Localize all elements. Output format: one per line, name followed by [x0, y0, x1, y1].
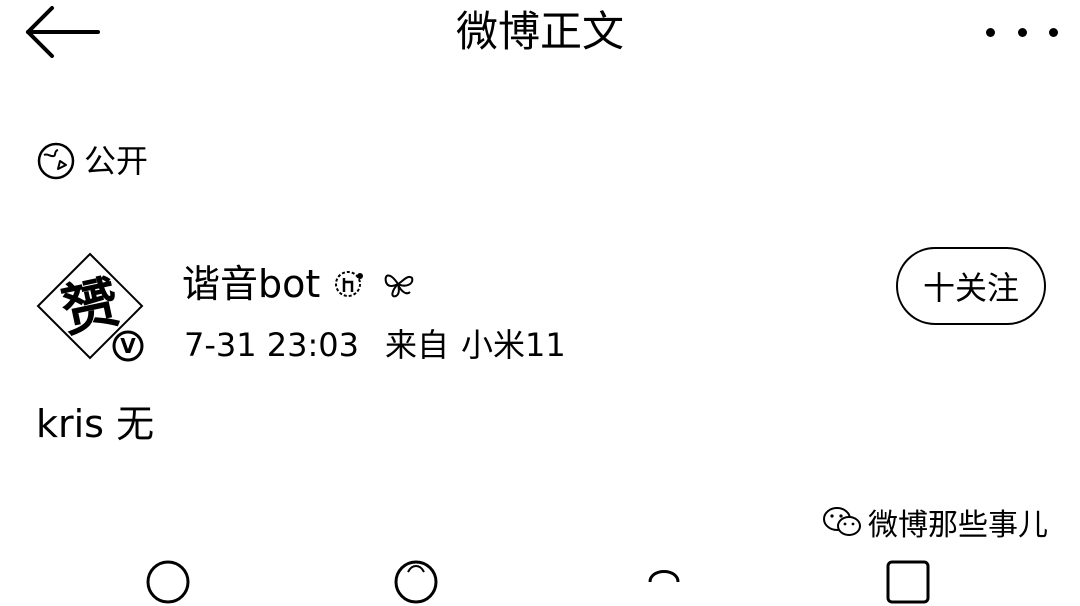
member-badge-icon	[335, 271, 364, 297]
more-dot	[1017, 27, 1027, 37]
author-name[interactable]: 谐音bot	[182, 258, 320, 310]
collect-icon[interactable]	[884, 558, 932, 606]
follow-button[interactable]: 十关注	[896, 247, 1046, 325]
more-button[interactable]	[986, 14, 1058, 50]
page-title: 微博正文	[455, 7, 624, 56]
globe-icon	[37, 142, 75, 180]
post-meta: 7-31 23:03 来自 小米11	[184, 322, 566, 368]
visibility-indicator: 公开	[36, 138, 148, 184]
back-button[interactable]	[22, 4, 104, 60]
avatar-image: 赟 V	[36, 252, 144, 362]
avatar[interactable]: 赟 V	[36, 250, 154, 368]
author-row: 谐音bot	[182, 258, 416, 310]
more-dot	[1049, 27, 1058, 37]
source-prefix: 来自	[385, 326, 450, 364]
wechat-icon	[823, 507, 861, 536]
more-dots-icon	[986, 27, 995, 37]
source-device[interactable]: 小米11	[461, 322, 566, 368]
visibility-label: 公开	[84, 142, 149, 180]
share-icon[interactable]	[144, 558, 192, 606]
comment-icon[interactable]	[392, 558, 440, 606]
watermark-text: 微博那些事儿	[868, 508, 1048, 543]
watermark: 微博那些事儿	[822, 500, 1048, 544]
verified-badge-text: V	[120, 334, 136, 358]
like-icon[interactable]	[640, 558, 688, 606]
butterfly-badge-icon	[384, 274, 414, 298]
post-time: 7-31 23:03	[184, 326, 360, 364]
arrow-left-icon	[26, 6, 100, 58]
post-text: kris 无	[36, 402, 155, 446]
